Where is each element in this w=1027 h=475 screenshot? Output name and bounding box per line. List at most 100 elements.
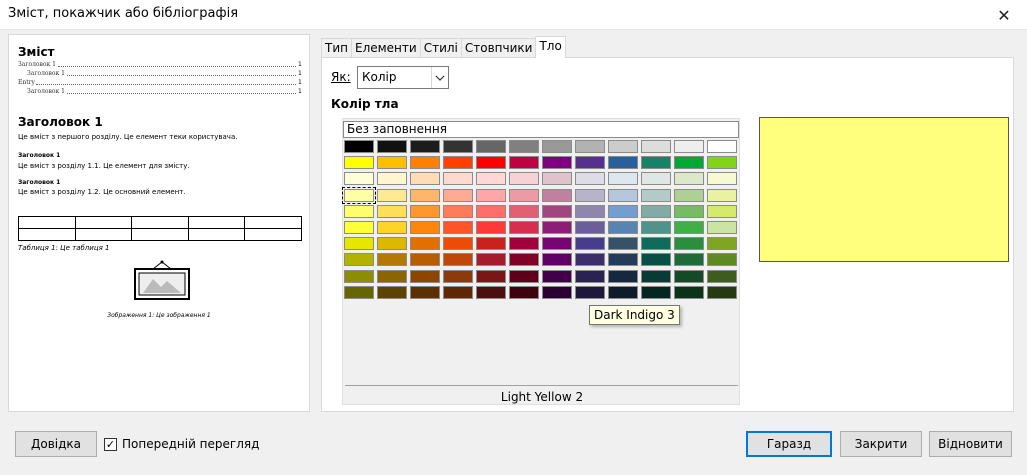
color-swatch[interactable] (476, 172, 506, 186)
color-swatch[interactable] (344, 269, 374, 283)
color-swatch[interactable] (641, 140, 671, 153)
color-swatch[interactable] (509, 204, 539, 218)
color-swatch[interactable] (542, 204, 572, 218)
color-swatch[interactable] (575, 253, 605, 267)
color-swatch[interactable] (674, 221, 704, 234)
color-swatch[interactable] (542, 140, 572, 153)
color-swatch[interactable] (674, 237, 704, 251)
color-swatch[interactable] (410, 221, 440, 234)
color-swatch[interactable] (542, 188, 572, 202)
color-swatch[interactable] (509, 188, 539, 202)
color-swatch[interactable] (575, 269, 605, 283)
color-swatch[interactable] (674, 285, 704, 299)
color-swatch[interactable] (476, 285, 506, 299)
color-swatch[interactable] (707, 204, 737, 218)
color-swatch[interactable] (377, 221, 407, 234)
color-swatch[interactable] (476, 140, 506, 153)
chevron-down-icon[interactable] (431, 67, 448, 88)
color-swatch[interactable] (410, 269, 440, 283)
color-swatch[interactable] (542, 237, 572, 251)
color-swatch[interactable] (509, 221, 539, 234)
color-swatch[interactable] (707, 156, 737, 170)
color-swatch[interactable] (410, 140, 440, 153)
tab-styles[interactable]: Стилі (419, 38, 462, 58)
color-swatch[interactable] (344, 221, 374, 234)
color-swatch[interactable] (608, 221, 638, 234)
color-swatch[interactable] (344, 140, 374, 153)
ok-button[interactable]: Гаразд (746, 431, 832, 457)
color-swatch[interactable] (344, 172, 374, 186)
color-swatch[interactable] (608, 237, 638, 251)
color-swatch[interactable] (443, 140, 473, 153)
color-swatch[interactable] (410, 237, 440, 251)
color-swatch[interactable] (575, 156, 605, 170)
color-swatch[interactable] (476, 269, 506, 283)
color-swatch[interactable] (575, 237, 605, 251)
color-swatch[interactable] (476, 156, 506, 170)
color-swatch[interactable] (542, 269, 572, 283)
color-swatch[interactable] (674, 188, 704, 202)
preview-checkbox-row[interactable]: ✓ Попередній перегляд (104, 437, 259, 451)
color-swatch[interactable] (674, 253, 704, 267)
color-swatch[interactable] (410, 188, 440, 202)
color-swatch[interactable] (443, 172, 473, 186)
color-swatch[interactable] (377, 285, 407, 299)
color-swatch[interactable] (509, 237, 539, 251)
color-swatch[interactable] (641, 188, 671, 202)
color-swatch[interactable] (608, 253, 638, 267)
as-type-select[interactable]: Колір (357, 66, 449, 89)
color-swatch[interactable] (410, 172, 440, 186)
color-swatch[interactable] (542, 156, 572, 170)
color-swatch[interactable] (410, 156, 440, 170)
color-swatch[interactable] (608, 156, 638, 170)
color-swatch[interactable] (608, 285, 638, 299)
color-swatch[interactable] (674, 204, 704, 218)
color-swatch[interactable] (542, 172, 572, 186)
color-swatch[interactable] (443, 188, 473, 202)
color-swatch[interactable] (707, 269, 737, 283)
color-swatch[interactable] (410, 253, 440, 267)
color-swatch[interactable] (509, 140, 539, 153)
color-swatch[interactable] (542, 253, 572, 267)
color-swatch[interactable] (377, 269, 407, 283)
color-swatch[interactable] (674, 156, 704, 170)
color-swatch[interactable] (707, 221, 737, 234)
color-swatch[interactable] (377, 140, 407, 153)
color-swatch[interactable] (641, 253, 671, 267)
close-button[interactable]: Закрити (840, 431, 922, 457)
color-swatch[interactable] (575, 204, 605, 218)
color-swatch[interactable] (641, 269, 671, 283)
color-swatch[interactable] (443, 253, 473, 267)
tab-columns[interactable]: Стовпчики (460, 38, 537, 58)
color-swatch[interactable] (344, 285, 374, 299)
color-swatch[interactable] (344, 237, 374, 251)
color-swatch[interactable] (674, 172, 704, 186)
color-swatch[interactable] (641, 156, 671, 170)
color-swatch[interactable] (641, 172, 671, 186)
color-swatch[interactable] (377, 253, 407, 267)
preview-checkbox-label[interactable]: Попередній перегляд (122, 437, 259, 451)
tab-entries[interactable]: Елементи (350, 38, 421, 58)
color-swatch[interactable] (476, 221, 506, 234)
help-button[interactable]: Довідка (15, 431, 97, 457)
color-swatch[interactable] (674, 269, 704, 283)
color-swatch[interactable] (542, 285, 572, 299)
close-icon[interactable]: ✕ (981, 0, 1027, 30)
color-swatch[interactable] (443, 204, 473, 218)
color-swatch[interactable] (476, 237, 506, 251)
color-swatch[interactable] (443, 237, 473, 251)
color-swatch[interactable] (707, 253, 737, 267)
color-swatch[interactable] (641, 285, 671, 299)
tab-type[interactable]: Тип (321, 38, 352, 58)
color-swatch[interactable] (542, 221, 572, 234)
color-swatch[interactable] (410, 285, 440, 299)
color-swatch[interactable] (344, 253, 374, 267)
color-swatch[interactable] (707, 140, 737, 153)
color-swatch[interactable] (608, 269, 638, 283)
color-swatch[interactable] (476, 188, 506, 202)
color-swatch[interactable] (707, 285, 737, 299)
color-swatch[interactable] (476, 204, 506, 218)
color-swatch[interactable] (377, 237, 407, 251)
color-swatch[interactable] (377, 172, 407, 186)
color-swatch[interactable] (608, 204, 638, 218)
